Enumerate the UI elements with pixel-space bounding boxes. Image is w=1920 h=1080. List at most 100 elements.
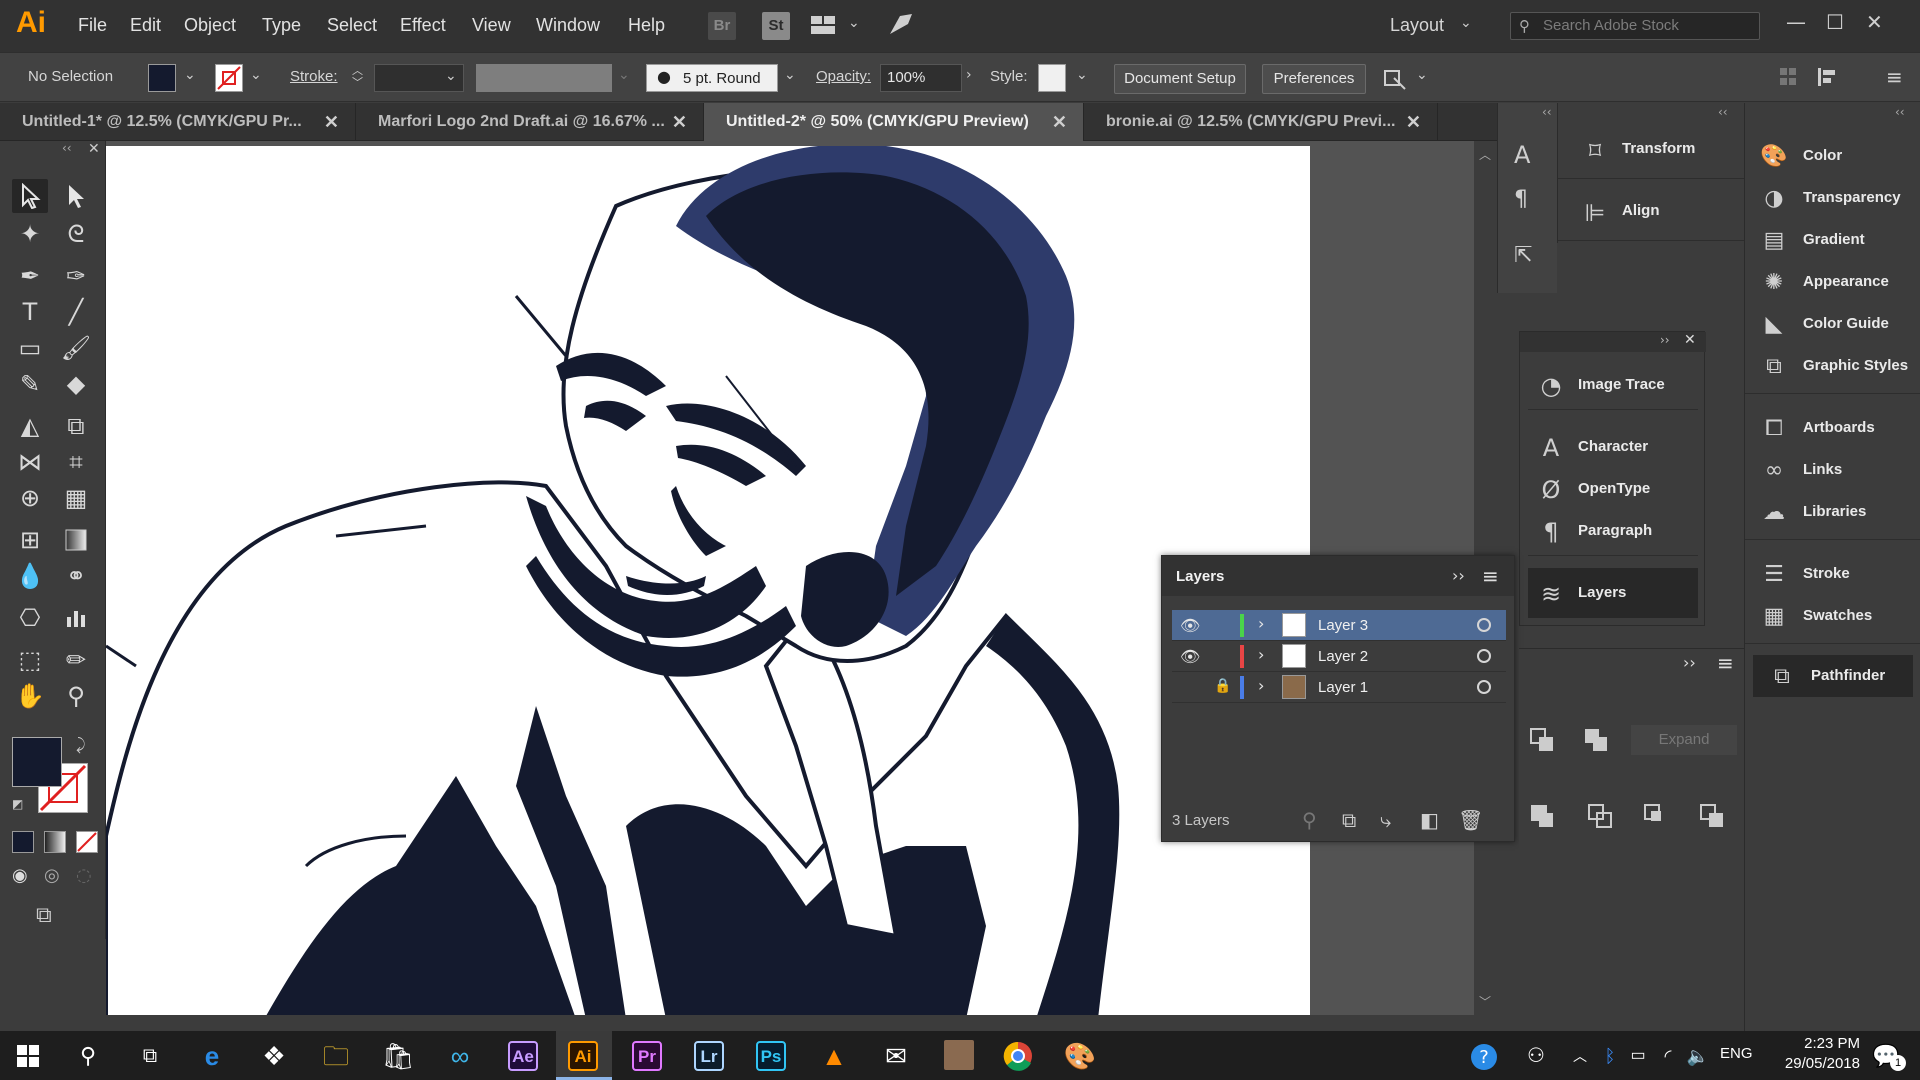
panel-align[interactable]: ⊫ Align bbox=[1558, 185, 1745, 241]
premiere-icon[interactable]: Pr bbox=[632, 1041, 662, 1071]
menu-select[interactable]: Select bbox=[327, 15, 377, 36]
trim-icon[interactable] bbox=[1587, 803, 1613, 829]
minimize-icon[interactable]: — bbox=[1786, 10, 1806, 34]
paragraph-styles-icon[interactable]: ¶ bbox=[1514, 187, 1528, 212]
collapse-dock-icon[interactable]: ‹‹ bbox=[1718, 105, 1728, 119]
eye-icon[interactable]: 👁 bbox=[1180, 616, 1200, 635]
delete-layer-icon[interactable]: 🗑 bbox=[1458, 808, 1483, 832]
selection-tool-icon[interactable] bbox=[12, 179, 48, 213]
zoom-tool-icon[interactable]: ⚲ bbox=[58, 679, 94, 713]
blend-tool-icon[interactable]: ⚭ bbox=[58, 559, 94, 593]
locate-object-icon[interactable]: ⚲ bbox=[1302, 808, 1317, 832]
draw-inside-icon[interactable]: ◌ bbox=[76, 865, 92, 886]
clipping-mask-icon[interactable]: ⧉ bbox=[1342, 808, 1356, 832]
rectangle-tool-icon[interactable]: ▭ bbox=[12, 331, 48, 365]
shape-builder-tool-icon[interactable]: ⊕ bbox=[12, 481, 48, 515]
lasso-tool-icon[interactable]: ᘓ bbox=[58, 217, 94, 251]
expand-arrow-icon[interactable]: › bbox=[1258, 614, 1264, 633]
panel-links[interactable]: ∞ Links bbox=[1745, 449, 1920, 491]
layer-name[interactable]: Layer 2 bbox=[1318, 648, 1368, 665]
eraser-tool-icon[interactable]: ◆ bbox=[58, 367, 94, 401]
tab-untitled-2[interactable]: Untitled-2* @ 50% (CMYK/GPU Preview) ✕ bbox=[704, 103, 1084, 141]
close-panel-icon[interactable]: ✕ bbox=[88, 141, 100, 157]
maximize-icon[interactable]: ☐ bbox=[1826, 10, 1844, 34]
after-effects-icon[interactable]: Ae bbox=[508, 1041, 538, 1071]
lock-icon[interactable]: 🔒 bbox=[1214, 678, 1231, 694]
collapse-panel-icon[interactable]: ‹‹ bbox=[62, 141, 72, 155]
opacity-input[interactable]: 100% bbox=[880, 64, 962, 92]
default-colors-icon[interactable]: ◩ bbox=[12, 797, 23, 811]
menu-edit[interactable]: Edit bbox=[130, 15, 161, 36]
chevron-down-icon[interactable]: ⌄ bbox=[184, 67, 196, 83]
pen-tool-icon[interactable]: ✒ bbox=[12, 259, 48, 293]
help-icon[interactable]: ? bbox=[1466, 1039, 1502, 1073]
gpu-performance-icon[interactable] bbox=[886, 12, 914, 38]
people-icon[interactable]: ⚇ bbox=[1518, 1039, 1554, 1073]
expand-icon[interactable]: ›› bbox=[1660, 333, 1670, 347]
photoshop-icon[interactable]: Ps bbox=[756, 1041, 786, 1071]
new-layer-icon[interactable]: ◧ bbox=[1420, 808, 1439, 832]
illustrator-icon[interactable]: Ai bbox=[568, 1041, 598, 1071]
direct-selection-tool-icon[interactable] bbox=[58, 179, 94, 213]
layer-target-icon[interactable] bbox=[1477, 649, 1491, 663]
fill-color-box[interactable] bbox=[12, 737, 62, 787]
paintbrush-tool-icon[interactable]: 🖌 bbox=[58, 331, 94, 365]
artboard[interactable] bbox=[106, 146, 1310, 1019]
windows-start-icon[interactable] bbox=[10, 1039, 46, 1073]
artboard-tool-icon[interactable]: ⬚ bbox=[12, 643, 48, 677]
symbol-sprayer-tool-icon[interactable]: ⎔ bbox=[12, 601, 48, 635]
magic-wand-tool-icon[interactable]: ✦ bbox=[12, 217, 48, 251]
stroke-label[interactable]: Stroke: bbox=[290, 68, 338, 85]
panel-libraries[interactable]: ☁ Libraries bbox=[1745, 491, 1920, 533]
collapse-icon[interactable]: ›› bbox=[1452, 566, 1465, 585]
layer-row-2[interactable]: 👁 › Layer 2 bbox=[1172, 641, 1506, 672]
expand-panels-icon[interactable]: ‹‹ bbox=[1542, 105, 1552, 119]
width-tool-icon[interactable]: ⋈ bbox=[12, 445, 48, 479]
scroll-down-icon[interactable]: ﹀ bbox=[1479, 993, 1491, 1010]
panel-transform[interactable]: ⌑ Transform bbox=[1558, 123, 1745, 179]
close-tab-icon[interactable]: ✕ bbox=[672, 103, 687, 141]
menu-window[interactable]: Window bbox=[536, 15, 600, 36]
search-icon[interactable]: ⚲ bbox=[70, 1039, 106, 1073]
clock-date[interactable]: 29/05/2018 bbox=[1762, 1055, 1860, 1072]
menu-file[interactable]: File bbox=[78, 15, 107, 36]
screen-mode-icon[interactable]: ⧉ bbox=[36, 903, 52, 928]
panel-image-trace[interactable]: ◔ Image Trace bbox=[1528, 360, 1698, 410]
layer-name[interactable]: Layer 1 bbox=[1318, 679, 1368, 696]
gradient-tool-icon[interactable] bbox=[58, 523, 94, 557]
menu-effect[interactable]: Effect bbox=[400, 15, 446, 36]
panel-color-guide[interactable]: ◣ Color Guide bbox=[1745, 303, 1920, 345]
menu-object[interactable]: Object bbox=[184, 15, 236, 36]
stroke-weight-dropdown[interactable]: ⌄ bbox=[374, 64, 464, 92]
layer-target-icon[interactable] bbox=[1477, 618, 1491, 632]
panel-gradient[interactable]: ▤ Gradient bbox=[1745, 219, 1920, 261]
chevron-down-icon[interactable]: ⌄ bbox=[1416, 67, 1428, 83]
panel-stroke[interactable]: ☰ Stroke bbox=[1745, 553, 1920, 595]
panel-paragraph[interactable]: ¶ Paragraph bbox=[1528, 506, 1698, 556]
eye-icon[interactable]: 👁 bbox=[1180, 647, 1200, 666]
close-tab-icon[interactable]: ✕ bbox=[1406, 103, 1421, 141]
shaper-tool-icon[interactable]: ✎ bbox=[12, 367, 48, 401]
unite-icon[interactable] bbox=[1529, 727, 1555, 753]
expand-icon[interactable]: ›› bbox=[1683, 653, 1696, 672]
layer-target-icon[interactable] bbox=[1477, 680, 1491, 694]
free-transform-tool-icon[interactable]: ⌗ bbox=[58, 445, 94, 479]
tab-marfori-logo[interactable]: Marfori Logo 2nd Draft.ai @ 16.67% ... ✕ bbox=[356, 103, 704, 141]
document-setup-button[interactable]: Document Setup bbox=[1114, 64, 1246, 94]
close-icon[interactable]: ✕ bbox=[1866, 10, 1883, 34]
panel-color[interactable]: 🎨 Color bbox=[1745, 135, 1920, 177]
mail-icon[interactable]: ✉ bbox=[878, 1039, 914, 1073]
swap-colors-icon[interactable]: ⤸ bbox=[76, 735, 86, 755]
menu-type[interactable]: Type bbox=[262, 15, 301, 36]
panel-appearance[interactable]: ✺ Appearance bbox=[1745, 261, 1920, 303]
panel-menu-icon[interactable]: ≡ bbox=[1886, 65, 1903, 89]
hand-tool-icon[interactable]: ✋ bbox=[12, 679, 48, 713]
draw-behind-icon[interactable]: ◎ bbox=[44, 865, 60, 886]
graphic-style-swatch[interactable] bbox=[1038, 64, 1066, 92]
variable-width-profile[interactable] bbox=[476, 64, 612, 92]
panel-graphic-styles[interactable]: ⧉ Graphic Styles bbox=[1745, 345, 1920, 387]
draw-normal-icon[interactable]: ◉ bbox=[12, 865, 28, 886]
close-tab-icon[interactable]: ✕ bbox=[324, 103, 339, 141]
chevron-down-icon[interactable]: ⌄ bbox=[784, 67, 796, 83]
minus-front-icon[interactable] bbox=[1583, 727, 1609, 753]
